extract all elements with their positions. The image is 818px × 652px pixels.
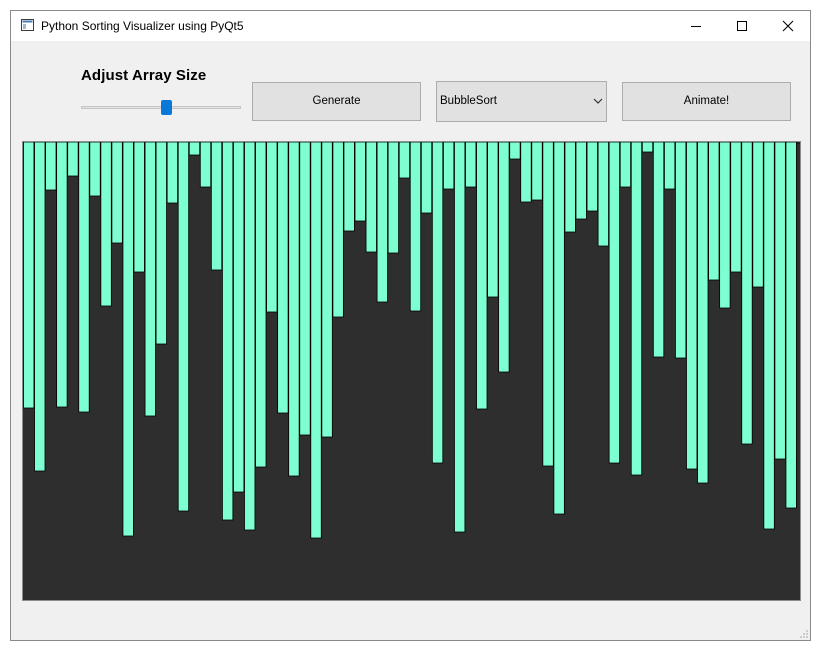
close-icon <box>782 20 794 32</box>
bar <box>608 142 621 464</box>
bar <box>78 142 90 413</box>
bar <box>111 142 123 244</box>
bar <box>509 142 521 160</box>
minimize-button[interactable] <box>673 11 719 41</box>
bar <box>34 142 46 472</box>
bar <box>255 142 267 468</box>
algorithm-select-value: BubbleSort <box>440 95 497 107</box>
generate-button[interactable]: Generate <box>252 82 421 121</box>
chevron-down-icon <box>593 98 603 104</box>
bar-chart <box>23 142 800 539</box>
close-button[interactable] <box>765 11 811 41</box>
title-bar[interactable]: Python Sorting Visualizer using PyQt5 <box>11 11 810 41</box>
bar <box>719 142 731 309</box>
bar <box>56 142 68 408</box>
bar <box>387 142 399 254</box>
slider-thumb[interactable] <box>161 100 172 115</box>
bar <box>619 142 632 188</box>
bar <box>487 142 499 298</box>
bar <box>630 142 643 476</box>
bar <box>442 142 455 190</box>
minimize-icon <box>691 26 701 27</box>
maximize-icon <box>737 21 747 31</box>
window-title: Python Sorting Visualizer using PyQt5 <box>41 19 244 33</box>
bar <box>100 142 112 307</box>
sorting-canvas <box>22 141 801 601</box>
bar <box>796 142 800 144</box>
bar <box>210 142 223 271</box>
bar <box>686 142 698 470</box>
bar <box>266 142 278 313</box>
bar <box>586 142 598 212</box>
bar <box>476 142 488 410</box>
bar <box>310 142 322 539</box>
bar <box>708 142 720 281</box>
app-icon <box>21 19 34 31</box>
bar <box>365 142 377 253</box>
bar <box>133 142 145 273</box>
app-window: Python Sorting Visualizer using PyQt5 Ad… <box>10 10 811 641</box>
array-size-label: Adjust Array Size <box>81 67 207 84</box>
bar <box>144 142 156 417</box>
bar <box>221 142 234 521</box>
bar <box>564 142 576 233</box>
array-size-slider[interactable] <box>81 97 241 119</box>
bar <box>785 142 797 509</box>
bar <box>597 142 609 247</box>
bar <box>199 142 212 188</box>
bar <box>45 142 57 191</box>
bar <box>454 142 466 533</box>
bar <box>376 142 388 303</box>
bar <box>321 142 333 438</box>
bar <box>89 142 101 197</box>
bar <box>652 142 665 358</box>
bar <box>431 142 444 464</box>
bar <box>155 142 167 345</box>
bar <box>531 142 543 201</box>
bar <box>553 142 565 515</box>
bar <box>697 142 709 484</box>
bar <box>409 142 422 312</box>
bar <box>332 142 344 318</box>
bar <box>675 142 687 359</box>
bar <box>763 142 775 530</box>
bar <box>343 142 355 232</box>
bar <box>498 142 510 373</box>
bar <box>420 142 433 214</box>
bar <box>299 142 311 436</box>
bar <box>277 142 289 414</box>
bar <box>233 142 245 493</box>
bar <box>520 142 532 203</box>
algorithm-select[interactable]: BubbleSort <box>436 81 607 122</box>
bar <box>730 142 742 273</box>
bar <box>398 142 411 179</box>
bar <box>664 142 676 190</box>
bar <box>188 142 201 156</box>
bar <box>177 142 190 512</box>
bar <box>575 142 587 220</box>
bar <box>741 142 753 445</box>
bar <box>288 142 300 477</box>
resize-grip-icon[interactable] <box>799 629 809 639</box>
bar <box>244 142 256 531</box>
bar <box>752 142 764 288</box>
bar <box>774 142 786 460</box>
bar <box>465 142 477 188</box>
bar <box>166 142 178 204</box>
bar <box>23 142 35 409</box>
bar <box>122 142 134 537</box>
bar <box>354 142 366 222</box>
bar <box>641 142 654 153</box>
animate-button[interactable]: Animate! <box>622 82 791 121</box>
maximize-button[interactable] <box>719 11 765 41</box>
bar <box>542 142 554 467</box>
bar <box>67 142 79 177</box>
